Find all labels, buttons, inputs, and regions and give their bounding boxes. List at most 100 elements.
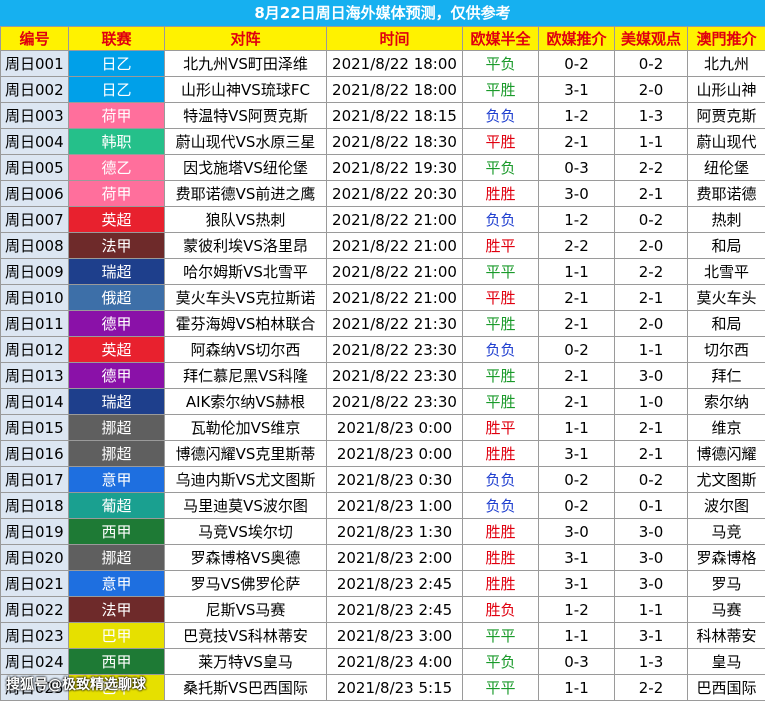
match-id-cell: 周日001: [1, 51, 69, 77]
league-cell: 荷甲: [69, 103, 165, 129]
fixture-cell: 霍芬海姆VS柏林联合: [165, 311, 327, 337]
column-header: 欧媒推介: [539, 27, 615, 51]
euro-score-cell: 1-1: [539, 259, 615, 285]
fixture-cell: 罗森博格VS奥德: [165, 545, 327, 571]
league-cell: 挪超: [69, 545, 165, 571]
fixture-cell: 蒙彼利埃VS洛里昂: [165, 233, 327, 259]
league-cell: 挪超: [69, 441, 165, 467]
table-row: 周日003荷甲特温特VS阿贾克斯2021/8/22 18:15负负1-21-3阿…: [1, 103, 765, 129]
euro-halffull-cell: 平负: [463, 649, 539, 675]
match-id-cell: 周日020: [1, 545, 69, 571]
euro-halffull-cell: 胜平: [463, 415, 539, 441]
kickoff-time-cell: 2021/8/22 21:00: [327, 207, 463, 233]
column-header: 编号: [1, 27, 69, 51]
league-cell: 德甲: [69, 363, 165, 389]
macau-pick-cell: 马竞: [688, 519, 765, 545]
us-score-cell: 1-1: [615, 129, 688, 155]
euro-score-cell: 3-1: [539, 441, 615, 467]
table-row: 周日012英超阿森纳VS切尔西2021/8/22 23:30负负0-21-1切尔…: [1, 337, 765, 363]
macau-pick-cell: 尤文图斯: [688, 467, 765, 493]
league-cell: 意甲: [69, 571, 165, 597]
euro-halffull-cell: 负负: [463, 337, 539, 363]
euro-halffull-cell: 平胜: [463, 363, 539, 389]
us-score-cell: 0-2: [615, 467, 688, 493]
league-cell: 法甲: [69, 597, 165, 623]
euro-halffull-cell: 平胜: [463, 77, 539, 103]
league-cell: 西甲: [69, 649, 165, 675]
euro-halffull-cell: 胜胜: [463, 441, 539, 467]
league-cell: 法甲: [69, 233, 165, 259]
euro-halffull-cell: 平平: [463, 675, 539, 701]
us-score-cell: 3-0: [615, 363, 688, 389]
fixture-cell: 巴竞技VS科林蒂安: [165, 623, 327, 649]
us-score-cell: 3-0: [615, 571, 688, 597]
table-row: 周日021意甲罗马VS佛罗伦萨2021/8/23 2:45胜胜3-13-0罗马: [1, 571, 765, 597]
league-cell: 巴甲: [69, 623, 165, 649]
euro-halffull-cell: 平负: [463, 51, 539, 77]
match-id-cell: 周日002: [1, 77, 69, 103]
league-cell: 德乙: [69, 155, 165, 181]
fixture-cell: 莱万特VS皇马: [165, 649, 327, 675]
kickoff-time-cell: 2021/8/23 2:45: [327, 597, 463, 623]
kickoff-time-cell: 2021/8/23 5:15: [327, 675, 463, 701]
macau-pick-cell: 罗马: [688, 571, 765, 597]
us-score-cell: 0-1: [615, 493, 688, 519]
match-id-cell: 周日008: [1, 233, 69, 259]
macau-pick-cell: 山形山神: [688, 77, 765, 103]
euro-score-cell: 2-1: [539, 129, 615, 155]
euro-score-cell: 2-1: [539, 363, 615, 389]
table-row: 周日018葡超马里迪莫VS波尔图2021/8/23 1:00负负0-20-1波尔…: [1, 493, 765, 519]
column-header: 时间: [327, 27, 463, 51]
euro-score-cell: 2-1: [539, 389, 615, 415]
table-row: 周日004韩职蔚山现代VS水原三星2021/8/22 18:30平胜2-11-1…: [1, 129, 765, 155]
euro-halffull-cell: 平胜: [463, 389, 539, 415]
us-score-cell: 2-1: [615, 415, 688, 441]
kickoff-time-cell: 2021/8/23 1:30: [327, 519, 463, 545]
kickoff-time-cell: 2021/8/22 20:30: [327, 181, 463, 207]
us-score-cell: 3-0: [615, 519, 688, 545]
match-id-cell: 周日017: [1, 467, 69, 493]
euro-halffull-cell: 胜胜: [463, 545, 539, 571]
kickoff-time-cell: 2021/8/22 18:00: [327, 51, 463, 77]
fixture-cell: 乌迪内斯VS尤文图斯: [165, 467, 327, 493]
match-id-cell: 周日013: [1, 363, 69, 389]
column-header: 澳門推介: [688, 27, 765, 51]
fixture-cell: 桑托斯VS巴西国际: [165, 675, 327, 701]
table-row: 周日015挪超瓦勒伦加VS维京2021/8/23 0:00胜平1-12-1维京: [1, 415, 765, 441]
header-row: 编号联赛对阵时间欧媒半全欧媒推介美媒观点澳門推介: [1, 27, 765, 51]
macau-pick-cell: 波尔图: [688, 493, 765, 519]
euro-score-cell: 3-0: [539, 181, 615, 207]
euro-score-cell: 0-2: [539, 51, 615, 77]
macau-pick-cell: 巴西国际: [688, 675, 765, 701]
league-cell: 西甲: [69, 519, 165, 545]
match-id-cell: 周日007: [1, 207, 69, 233]
euro-halffull-cell: 平胜: [463, 129, 539, 155]
kickoff-time-cell: 2021/8/22 18:00: [327, 77, 463, 103]
euro-score-cell: 3-1: [539, 545, 615, 571]
macau-pick-cell: 切尔西: [688, 337, 765, 363]
match-id-cell: 周日006: [1, 181, 69, 207]
table-row: 周日008法甲蒙彼利埃VS洛里昂2021/8/22 21:00胜平2-22-0和…: [1, 233, 765, 259]
match-id-cell: 周日005: [1, 155, 69, 181]
us-score-cell: 3-0: [615, 545, 688, 571]
table-row: 周日013德甲拜仁慕尼黑VS科隆2021/8/22 23:30平胜2-13-0拜…: [1, 363, 765, 389]
league-cell: 荷甲: [69, 181, 165, 207]
fixture-cell: 博德闪耀VS克里斯蒂: [165, 441, 327, 467]
match-id-cell: 周日011: [1, 311, 69, 337]
table-row: 周日009瑞超哈尔姆斯VS北雪平2021/8/22 21:00平平1-12-2北…: [1, 259, 765, 285]
fixture-cell: 狼队VS热刺: [165, 207, 327, 233]
kickoff-time-cell: 2021/8/22 21:30: [327, 311, 463, 337]
table-row: 周日001日乙北九州VS町田泽维2021/8/22 18:00平负0-20-2北…: [1, 51, 765, 77]
league-cell: 挪超: [69, 415, 165, 441]
table-row: 周日014瑞超AIK索尔纳VS赫根2021/8/22 23:30平胜2-11-0…: [1, 389, 765, 415]
euro-halffull-cell: 平平: [463, 623, 539, 649]
league-cell: 意甲: [69, 467, 165, 493]
euro-score-cell: 3-1: [539, 571, 615, 597]
us-score-cell: 3-1: [615, 623, 688, 649]
us-score-cell: 1-1: [615, 337, 688, 363]
league-cell: 英超: [69, 207, 165, 233]
match-id-cell: 周日015: [1, 415, 69, 441]
us-score-cell: 0-2: [615, 207, 688, 233]
league-cell: 葡超: [69, 493, 165, 519]
page-title: 8月22日周日海外媒体预测，仅供参考: [0, 0, 765, 26]
